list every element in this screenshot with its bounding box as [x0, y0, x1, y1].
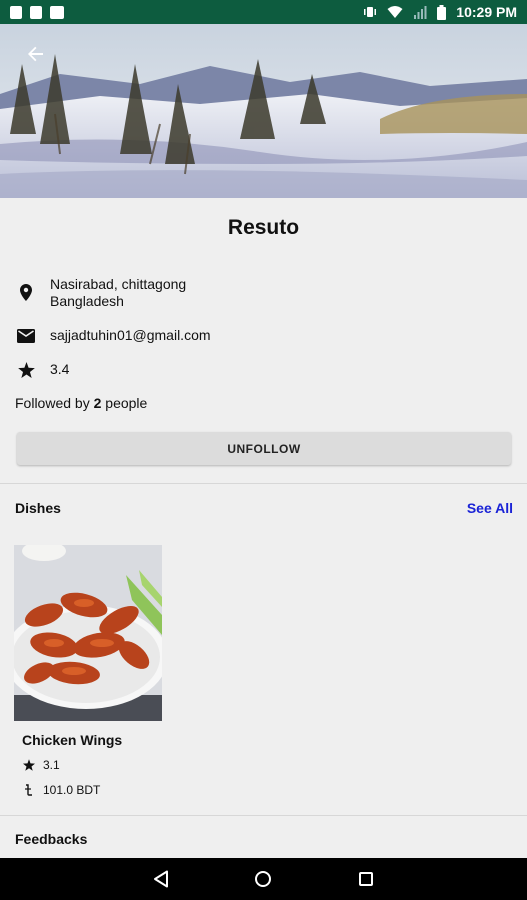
system-nav-bar — [0, 858, 527, 900]
dish-rating-row: 3.1 — [22, 758, 60, 772]
triangle-back-icon — [154, 870, 169, 888]
square-recents-icon — [358, 872, 373, 886]
address-line-1: Nasirabad, chittagong — [50, 276, 187, 292]
star-icon — [16, 360, 36, 380]
back-button[interactable] — [22, 40, 50, 68]
dish-price-row: 101.0 BDT — [22, 783, 100, 797]
dish-rating: 3.1 — [43, 758, 60, 772]
location-pin-icon — [16, 282, 36, 302]
unfollow-button[interactable]: UNFOLLOW — [17, 432, 511, 465]
dishes-section-title: Dishes — [15, 500, 61, 516]
dish-name: Chicken Wings — [22, 732, 123, 748]
followers-prefix: Followed by — [15, 395, 94, 411]
status-bar: 10:29 PM — [0, 0, 527, 24]
divider — [0, 815, 527, 816]
email-row: sajjadtuhin01@gmail.com — [16, 326, 211, 346]
status-system: 10:29 PM — [363, 4, 517, 20]
address-line-2: Bangladesh — [50, 293, 124, 309]
mail-icon — [16, 326, 36, 346]
battery-icon — [437, 4, 447, 20]
followers-suffix: people — [101, 395, 148, 411]
wifi-icon — [387, 6, 403, 18]
restaurant-name: Resuto — [227, 216, 300, 239]
followers-text: Followed by 2 people — [15, 395, 147, 411]
dish-image — [14, 545, 162, 721]
star-icon — [22, 758, 36, 772]
dish-price: 101.0 BDT — [43, 783, 101, 797]
file-icon — [30, 5, 42, 19]
signal-icon — [414, 6, 427, 19]
status-time: 10:29 PM — [456, 4, 517, 20]
nav-back-button[interactable] — [141, 859, 181, 899]
circle-home-icon — [255, 871, 272, 887]
address-text: Nasirabad, chittagong Bangladesh — [50, 276, 186, 310]
feedbacks-section-title: Feedbacks — [15, 831, 88, 847]
email-text[interactable]: sajjadtuhin01@gmail.com — [50, 326, 211, 344]
nav-home-button[interactable] — [243, 859, 283, 899]
address-row: Nasirabad, chittagong Bangladesh — [16, 276, 186, 310]
rating-value: 3.4 — [50, 361, 70, 377]
currency-icon — [22, 783, 36, 797]
status-notifications — [10, 5, 64, 19]
nav-recents-button[interactable] — [346, 859, 386, 899]
see-all-dishes-link[interactable]: See All — [467, 500, 513, 516]
arrow-left-icon — [28, 46, 43, 62]
divider — [0, 483, 527, 484]
vibrate-icon — [364, 7, 377, 17]
dish-card[interactable]: Chicken Wings 3.1 101.0 BDT — [14, 545, 162, 805]
notification-icon — [10, 5, 22, 19]
rating-row: 3.4 — [16, 360, 69, 380]
image-icon — [50, 5, 64, 19]
restaurant-cover-image — [0, 24, 527, 198]
